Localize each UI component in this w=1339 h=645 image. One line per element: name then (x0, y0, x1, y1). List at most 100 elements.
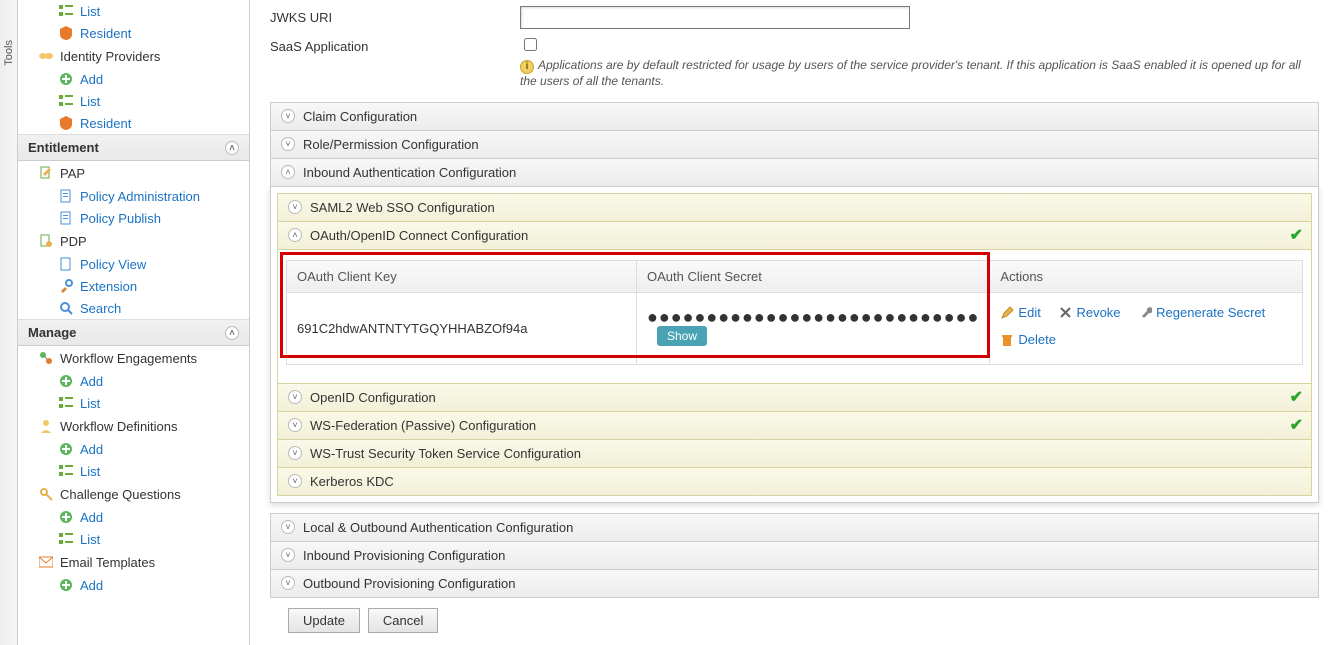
sidebar-wfe-add[interactable]: Add (18, 370, 249, 392)
tools-strip[interactable]: Tools (0, 0, 18, 645)
accordion-claim[interactable]: ˅ Claim Configuration (270, 102, 1319, 131)
sidebar-pdp-view-label: Policy View (80, 257, 146, 272)
oauth-col-key: OAuth Client Key (287, 260, 637, 292)
accordion-inbound-auth[interactable]: ˄ Inbound Authentication Configuration (270, 158, 1319, 187)
sidebar-idp-add-label: Add (80, 72, 103, 87)
sidebar-group-wfe-label: Workflow Engagements (60, 351, 197, 366)
trash-icon (1000, 333, 1014, 347)
oauth-row: 691C2hdwANTNTYTGQYHHABZOf94a ●●●●●●●●●●●… (287, 292, 1303, 364)
jwks-uri-input[interactable] (520, 6, 910, 29)
subaccordion-wstrust[interactable]: ˅ WS-Trust Security Token Service Config… (277, 439, 1312, 468)
list-icon (58, 395, 74, 411)
sidebar-pdp-ext[interactable]: Extension (18, 275, 249, 297)
sidebar-group-pdp[interactable]: PDP (18, 229, 249, 253)
chevron-down-icon: ˅ (281, 137, 295, 151)
sidebar-group-pap[interactable]: PAP (18, 161, 249, 185)
sidebar-group-pap-label: PAP (60, 166, 85, 181)
sidebar-wfe-list[interactable]: List (18, 392, 249, 414)
sidebar-wfd-list-label: List (80, 464, 100, 479)
subaccordion-oauth[interactable]: ˄ OAuth/OpenID Connect Configuration ✔ (277, 221, 1312, 250)
sidebar-pdp-search-label: Search (80, 301, 121, 316)
info-icon: i (520, 60, 534, 74)
delete-link[interactable]: Delete (1000, 328, 1056, 353)
shield-icon (58, 25, 74, 41)
jwks-uri-label: JWKS URI (270, 6, 520, 25)
sidebar-pdp-view[interactable]: Policy View (18, 253, 249, 275)
chevron-up-icon: ˄ (225, 141, 239, 155)
sidebar-cq-list-label: List (80, 532, 100, 547)
sidebar-sp-resident[interactable]: Resident (18, 22, 249, 44)
sidebar-section-manage[interactable]: Manage ˄ (18, 319, 249, 346)
sidebar-group-wfd[interactable]: Workflow Definitions (18, 414, 249, 438)
revoke-link[interactable]: Revoke (1058, 301, 1120, 326)
chevron-down-icon: ˅ (281, 548, 295, 562)
main-content: JWKS URI SaaS Application iApplications … (250, 0, 1339, 645)
plus-icon (58, 509, 74, 525)
subaccordion-openid[interactable]: ˅ OpenID Configuration ✔ (277, 383, 1312, 412)
sidebar-et-add[interactable]: Add (18, 574, 249, 596)
sidebar-cq-list[interactable]: List (18, 528, 249, 550)
oauth-table: OAuth Client Key OAuth Client Secret Act… (286, 260, 1303, 365)
update-button[interactable]: Update (288, 608, 360, 633)
sidebar-group-pdp-label: PDP (60, 234, 87, 249)
oauth-client-secret-cell: ●●●●●●●●●●●●●●●●●●●●●●●●●●●● Show (637, 292, 990, 364)
chevron-down-icon: ˅ (281, 520, 295, 534)
sidebar-pdp-search[interactable]: Search (18, 297, 249, 319)
workflow-icon (38, 350, 54, 366)
accordion-outbound-prov-label: Outbound Provisioning Configuration (303, 576, 515, 591)
document-icon (58, 210, 74, 226)
person-icon (38, 418, 54, 434)
jwks-uri-row: JWKS URI (270, 6, 1319, 29)
envelope-icon (38, 554, 54, 570)
accordion-local-outbound[interactable]: ˅ Local & Outbound Authentication Config… (270, 513, 1319, 542)
chevron-down-icon: ˅ (288, 390, 302, 404)
delete-label: Delete (1018, 328, 1056, 353)
subaccordion-oauth-label: OAuth/OpenID Connect Configuration (310, 228, 528, 243)
cancel-button[interactable]: Cancel (368, 608, 438, 633)
edit-link[interactable]: Edit (1000, 301, 1040, 326)
sidebar-sp-list-label: List (80, 4, 100, 19)
subaccordion-wsfed[interactable]: ˅ WS-Federation (Passive) Configuration … (277, 411, 1312, 440)
sidebar-wfd-add[interactable]: Add (18, 438, 249, 460)
sidebar-section-manage-label: Manage (28, 325, 76, 340)
revoke-label: Revoke (1076, 301, 1120, 326)
sidebar-group-wfd-label: Workflow Definitions (60, 419, 178, 434)
sidebar-group-cq[interactable]: Challenge Questions (18, 482, 249, 506)
sidebar-pap-publish[interactable]: Policy Publish (18, 207, 249, 229)
regenerate-link[interactable]: Regenerate Secret (1138, 301, 1265, 326)
accordion-outbound-prov[interactable]: ˅ Outbound Provisioning Configuration (270, 569, 1319, 598)
sidebar-sp-resident-label: Resident (80, 26, 131, 41)
sidebar-pdp-ext-label: Extension (80, 279, 137, 294)
sidebar-section-entitlement[interactable]: Entitlement ˄ (18, 134, 249, 161)
sidebar-idp-add[interactable]: Add (18, 68, 249, 90)
sidebar-group-idp[interactable]: Identity Providers (18, 44, 249, 68)
pencil-icon (1000, 306, 1014, 320)
subaccordion-kerberos[interactable]: ˅ Kerberos KDC (277, 467, 1312, 496)
accordion-inbound-auth-label: Inbound Authentication Configuration (303, 165, 516, 180)
sidebar-pap-admin-label: Policy Administration (80, 189, 200, 204)
document-edit-icon (38, 165, 54, 181)
accordion-role-label: Role/Permission Configuration (303, 137, 479, 152)
subaccordion-saml2[interactable]: ˅ SAML2 Web SSO Configuration (277, 193, 1312, 222)
sidebar-group-wfe[interactable]: Workflow Engagements (18, 346, 249, 370)
chevron-up-icon: ˄ (288, 228, 302, 242)
tools-strip-label: Tools (3, 40, 15, 66)
sidebar-idp-resident[interactable]: Resident (18, 112, 249, 134)
sidebar-wfd-list[interactable]: List (18, 460, 249, 482)
sidebar-group-et[interactable]: Email Templates (18, 550, 249, 574)
saas-checkbox[interactable] (524, 38, 537, 51)
sidebar: List Resident Identity Providers Add Lis… (18, 0, 250, 645)
search-icon (58, 300, 74, 316)
sidebar-idp-resident-label: Resident (80, 116, 131, 131)
sidebar-idp-list[interactable]: List (18, 90, 249, 112)
sidebar-cq-add[interactable]: Add (18, 506, 249, 528)
saas-helper-text: Applications are by default restricted f… (520, 58, 1301, 88)
show-secret-button[interactable]: Show (657, 326, 707, 346)
accordion-role[interactable]: ˅ Role/Permission Configuration (270, 130, 1319, 159)
oauth-col-actions: Actions (990, 260, 1303, 292)
accordion-inbound-prov[interactable]: ˅ Inbound Provisioning Configuration (270, 541, 1319, 570)
oauth-actions-cell: Edit Revoke Regenerate Secret (990, 292, 1303, 364)
sidebar-pap-admin[interactable]: Policy Administration (18, 185, 249, 207)
chevron-down-icon: ˅ (288, 418, 302, 432)
sidebar-sp-list[interactable]: List (18, 0, 249, 22)
